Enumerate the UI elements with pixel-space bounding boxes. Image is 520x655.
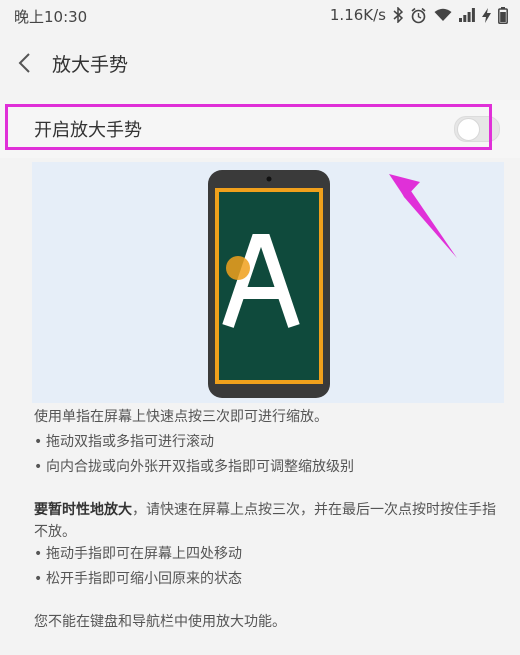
battery-icon <box>498 6 508 24</box>
status-bar: 晚上10:30 1.16K/s <box>0 0 520 30</box>
keyboard-note: 您不能在键盘和导航栏中使用放大功能。 <box>34 614 286 630</box>
phone-illustration <box>208 170 330 398</box>
toggle-knob <box>457 118 480 141</box>
alarm-icon <box>411 7 426 23</box>
phone-screen <box>219 192 319 380</box>
touch-point <box>226 256 250 280</box>
status-icons: 1.16K/s <box>330 6 508 24</box>
list-item: • 松开手指即可缩小回原来的状态 <box>34 571 242 587</box>
back-arrow-icon[interactable] <box>14 48 38 78</box>
network-speed: 1.16K/s <box>329 6 386 24</box>
temporary-magnify-text: 要暂时性地放大，请快速在屏幕上点按三次，并在最后一次点按时按住手指不放。 <box>34 502 496 540</box>
charging-icon <box>482 7 491 23</box>
instruction-text: 使用单指在屏幕上快速点按三次即可进行缩放。 • 拖动双指或多指可进行滚动 • 向内合… <box>34 406 504 633</box>
toggle-label: 开启放大手势 <box>34 120 142 141</box>
list-item: • 向内合拢或向外张开双指或多指即可调整缩放级别 <box>34 459 354 475</box>
list-item: • 拖动手指即可在屏幕上四处移动 <box>34 546 242 562</box>
status-time: 晚上10:30 <box>14 8 88 26</box>
temporary-magnify-heading: 要暂时性地放大 <box>34 502 132 518</box>
wifi-icon <box>434 8 452 21</box>
gesture-illustration <box>32 162 504 403</box>
bluetooth-icon <box>393 7 403 23</box>
intro-text: 使用单指在屏幕上快速点按三次即可进行缩放。 <box>34 409 328 425</box>
magnification-toggle-row[interactable]: 开启放大手势 <box>0 100 520 158</box>
magnification-toggle-switch[interactable] <box>454 116 500 142</box>
list-item: • 拖动双指或多指可进行滚动 <box>34 434 214 450</box>
page-title: 放大手势 <box>52 54 129 76</box>
app-header: 放大手势 <box>0 36 520 92</box>
phone-camera <box>266 176 272 182</box>
signal-icon <box>459 8 475 22</box>
